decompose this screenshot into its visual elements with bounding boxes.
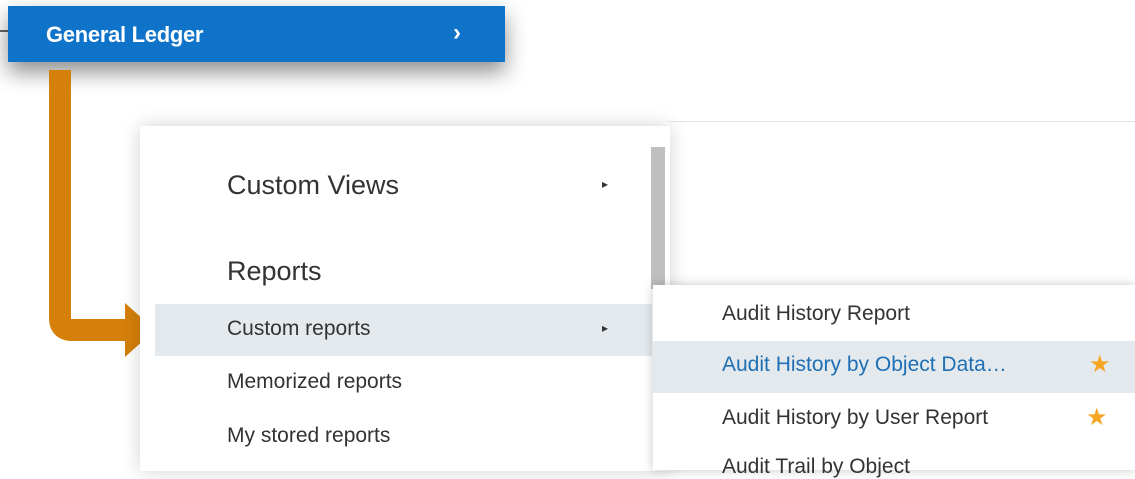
audit-history-by-user-item[interactable]: Audit History by User Report: [722, 406, 988, 430]
reports-menu-panel: [140, 126, 670, 471]
audit-history-by-object-item[interactable]: Audit History by Object Data…: [722, 353, 1007, 377]
audit-history-report-item[interactable]: Audit History Report: [722, 302, 910, 326]
custom-reports-arrow-icon: ▸: [602, 321, 609, 335]
custom-views-arrow-icon: ▸: [602, 177, 609, 191]
custom-views-item[interactable]: Custom Views: [227, 170, 399, 201]
custom-reports-item[interactable]: Custom reports: [227, 317, 371, 341]
star-icon[interactable]: ★: [1086, 403, 1108, 432]
reports-heading: Reports: [227, 256, 322, 286]
scrollbar[interactable]: [651, 147, 665, 289]
star-icon[interactable]: ★: [1089, 350, 1111, 379]
my-stored-reports-item[interactable]: My stored reports: [227, 424, 390, 448]
audit-trail-by-object-item[interactable]: Audit Trail by Object: [722, 455, 910, 479]
memorized-reports-item[interactable]: Memorized reports: [227, 370, 402, 394]
divider: [668, 121, 1135, 122]
